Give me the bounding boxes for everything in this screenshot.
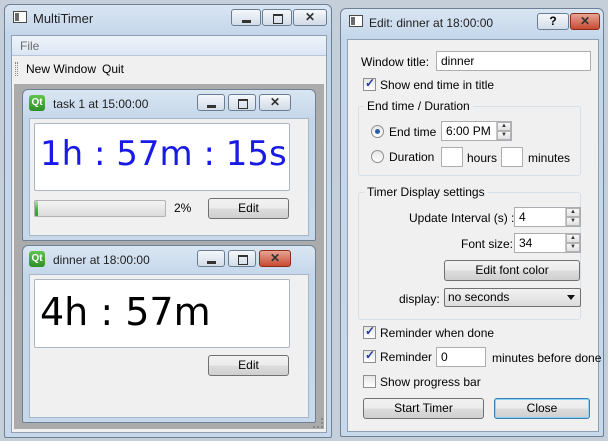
show-end-time-checkbox[interactable] [363,76,376,91]
minutes-label: minutes [528,151,571,165]
timer-2-titlebar[interactable]: Qt dinner at 18:00:00 ✕ [23,246,315,272]
timer-1-maximize-button[interactable] [228,94,256,111]
timer-display-group-title: Timer Display settings [364,185,488,199]
new-window-button[interactable]: New Window [26,62,96,76]
display-mode-select[interactable]: no seconds [444,288,581,307]
qt-logo-icon: Qt [29,251,45,267]
spin-up-icon[interactable]: ▲ [566,234,580,243]
menu-bar: File [12,36,326,56]
timer-subwindow-2: Qt dinner at 18:00:00 ✕ 4h : 57m Edit [22,245,316,423]
show-progress-bar-label[interactable]: Show progress bar [380,375,481,389]
timer-1-minimize-button[interactable] [197,94,225,111]
show-end-time-label[interactable]: Show end time in title [380,78,494,92]
main-window-title: MultiTimer [33,11,94,26]
duration-label[interactable]: Duration [389,150,434,164]
timer-2-maximize-button[interactable] [228,250,256,267]
spin-up-icon[interactable]: ▲ [566,208,580,217]
reminder-label[interactable]: Reminder [380,350,432,364]
timer-2-edit-button[interactable]: Edit [208,355,289,376]
duration-radio[interactable] [371,150,384,163]
font-size-spinner[interactable]: ▲ ▼ [565,234,580,252]
reminder-checkbox[interactable] [363,348,376,363]
timer-1-progress-percent: 2% [174,201,192,215]
toolbar: New Window Quit [12,57,326,81]
timer-2-minimize-button[interactable] [197,250,225,267]
font-size-input[interactable]: 34 ▲ ▼ [514,233,581,253]
help-button[interactable]: ? [537,13,569,30]
edit-dialog-client: Window title: dinner Show end time in ti… [347,39,602,432]
update-interval-spinner[interactable]: ▲ ▼ [565,208,580,226]
duration-hours-input[interactable] [441,147,463,167]
reminder-minutes-input[interactable]: 0 [436,347,486,367]
qt-logo-icon: Qt [29,95,45,111]
timer-1-progress-fill [35,201,38,216]
show-progress-bar-checkbox[interactable] [363,375,376,388]
end-time-duration-group-title: End time / Duration [364,99,473,113]
minimize-button[interactable] [231,9,261,26]
font-size-value: 34 [519,236,533,250]
end-time-input[interactable]: 6:00 PM ▲ ▼ [441,121,512,141]
update-interval-label: Update Interval (s) : [409,211,515,225]
update-interval-input[interactable]: 4 ▲ ▼ [514,207,581,227]
start-timer-button[interactable]: Start Timer [363,398,484,419]
end-time-value: 6:00 PM [446,124,491,138]
update-interval-value: 4 [519,210,526,224]
timer-2-display: 4h : 57m [34,279,290,348]
timer-2-client: 4h : 57m Edit [29,274,309,418]
spin-down-icon[interactable]: ▼ [566,217,580,226]
window-title-label: Window title: [361,55,430,69]
duration-minutes-input[interactable] [501,147,523,167]
app-icon [13,11,27,23]
spin-down-icon[interactable]: ▼ [566,243,580,252]
window-title-input[interactable]: dinner [436,51,591,71]
close-button[interactable]: ✕ [293,9,327,26]
timer-2-title: dinner at 18:00:00 [53,253,150,267]
end-time-radio[interactable] [371,125,384,138]
display-label: display: [399,292,440,306]
edit-dialog-title: Edit: dinner at 18:00:00 [369,16,494,30]
timer-1-progress-bar [34,200,166,217]
timer-1-title: task 1 at 15:00:00 [53,97,149,111]
toolbar-grip[interactable] [15,62,18,76]
edit-dialog-titlebar[interactable]: Edit: dinner at 18:00:00 ? ✕ [341,9,603,35]
timer-subwindow-1: Qt task 1 at 15:00:00 ✕ 1h : 57m : 15s 2… [22,89,316,241]
timer-1-close-button[interactable]: ✕ [259,94,291,111]
end-time-spinner[interactable]: ▲ ▼ [496,122,511,140]
timer-1-remaining-time: 1h : 57m : 15s [40,134,287,174]
timer-1-client: 1h : 57m : 15s 2% Edit [29,118,309,236]
mdi-area: Qt task 1 at 15:00:00 ✕ 1h : 57m : 15s 2… [14,84,324,429]
spin-down-icon[interactable]: ▼ [497,131,511,140]
edit-font-color-button[interactable]: Edit font color [444,260,580,281]
timer-1-edit-button[interactable]: Edit [208,198,289,219]
display-mode-value: no seconds [448,290,510,304]
maximize-button[interactable] [262,9,292,26]
end-time-label[interactable]: End time [389,125,436,139]
timer-2-remaining-time: 4h : 57m [40,290,211,334]
close-dialog-button[interactable]: Close [494,398,590,419]
spin-up-icon[interactable]: ▲ [497,122,511,131]
chevron-down-icon [567,295,575,300]
main-titlebar[interactable]: MultiTimer ✕ [5,5,331,31]
timer-1-titlebar[interactable]: Qt task 1 at 15:00:00 ✕ [23,90,315,116]
font-size-label: Font size: [461,237,514,251]
timer-1-display: 1h : 57m : 15s [34,123,290,191]
reminder-when-done-checkbox[interactable] [363,324,376,339]
end-time-duration-group [358,106,581,176]
resize-grip-icon[interactable] [313,418,323,428]
hours-label: hours [467,151,498,165]
main-client-area: File New Window Quit Qt task 1 at 15:00:… [11,35,327,433]
timer-2-close-button[interactable]: ✕ [259,250,291,267]
edit-dialog: Edit: dinner at 18:00:00 ? ✕ Window titl… [340,8,604,437]
reminder-when-done-label[interactable]: Reminder when done [380,326,494,340]
main-window: MultiTimer ✕ File New Window Quit Qt tas… [4,4,332,438]
dialog-app-icon [349,15,363,27]
dialog-close-button[interactable]: ✕ [570,13,600,30]
menu-file[interactable]: File [20,39,39,53]
minutes-before-done-label: minutes before done [492,351,602,365]
quit-button[interactable]: Quit [102,62,124,76]
